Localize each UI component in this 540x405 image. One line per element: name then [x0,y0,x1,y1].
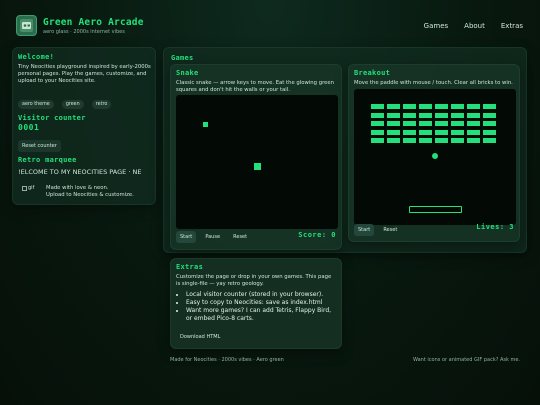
breakout-brick [435,104,448,109]
extras-description: Customize the page or drop in your own g… [176,274,332,287]
breakout-brick [483,121,496,126]
breakout-brick [451,138,464,143]
tag-chip[interactable]: green [61,100,84,109]
breakout-brick [467,104,480,109]
footer-right: Want icons or animated GIF pack? Ask me. [412,357,520,363]
sidebar-panel: Welcome! Tiny Neocities playground inspi… [12,47,156,205]
breakout-brick [403,112,416,118]
snake-canvas[interactable] [176,95,338,229]
breakout-brick [403,129,416,135]
nav-link-games[interactable]: Games [424,22,449,30]
breakout-brick [435,129,448,135]
reset-counter-button[interactable]: Reset counter [18,140,61,152]
breakout-brick [419,104,432,109]
breakout-brick [467,112,480,118]
breakout-brick [483,112,496,118]
marquee-text: !ELCOME TO MY NEOCITIES PAGE · NE [18,168,142,176]
breakout-brick [419,129,432,135]
extras-bullet: Easy to copy to Neocities: save as index… [186,299,336,307]
breakout-brick [419,112,432,118]
breakout-brick [435,112,448,118]
nav-link-extras[interactable]: Extras [501,22,523,30]
broken-image-icon [22,185,27,191]
extras-panel: Extras Customize the page or drop in you… [170,258,342,349]
breakout-start-button[interactable]: Start [354,224,375,236]
snake-description: Classic snake — arrow keys to move. Eat … [176,80,335,93]
gif-image: gif [18,185,46,191]
breakout-brick [467,121,480,126]
site-subtitle: aero glass · 2000s internet vibes [43,28,125,35]
welcome-text: Tiny Neocities playground inspired by ea… [18,64,151,84]
breakout-paddle[interactable] [409,206,462,213]
marquee-title: Retro marquee [18,156,77,164]
breakout-brick [419,121,432,126]
tag-chip[interactable]: retro [91,100,112,109]
visitor-counter-value: 0001 [18,123,40,132]
breakout-brick [467,129,480,135]
breakout-canvas[interactable] [354,89,516,225]
tag-chip[interactable]: aero theme [18,100,54,109]
breakout-brick [435,138,448,143]
breakout-brick [483,104,496,109]
extras-list: Local visitor counter (stored in your br… [176,291,336,323]
breakout-brick [419,138,432,143]
snake-start-button[interactable]: Start [176,231,197,243]
breakout-description: Move the paddle with mouse / touch. Clea… [354,80,513,86]
snake-pause-button[interactable]: Pause [201,231,224,243]
snake-head [254,163,261,170]
breakout-brick [371,104,384,109]
site-title: Green Aero Arcade [43,16,144,28]
breakout-brick [387,138,400,143]
breakout-brick [371,121,384,126]
breakout-brick [435,121,448,126]
breakout-controls: Start Reset [354,216,401,236]
upload-note: Upload to Neocities & customize. [46,192,134,198]
snake-reset-button[interactable]: Reset [229,231,251,243]
extras-title: Extras [176,263,204,271]
snake-score: Score: 0 [298,231,336,239]
brand: Green Aero Arcade aero glass · 2000s int… [16,15,144,36]
tag-list: aero theme green retro [18,90,150,109]
made-with-text: Made with love & neon. [46,185,109,191]
breakout-brick [403,121,416,126]
nav-link-about[interactable]: About [464,22,485,30]
breakout-ball [432,153,438,159]
breakout-brick [403,138,416,143]
breakout-brick [467,138,480,143]
breakout-brick [387,121,400,126]
snake-controls: Start Pause Reset [176,223,251,243]
breakout-brick [387,104,400,109]
breakout-brick [403,104,416,109]
breakout-brick [451,129,464,135]
logo-icon [16,15,37,36]
breakout-brick [371,129,384,135]
breakout-brick [451,104,464,109]
visitor-counter-title: Visitor counter [18,114,86,122]
footer-left: Made for Neocities · 2000s vibes · Aero … [170,357,284,363]
breakout-brick [371,138,384,143]
breakout-reset-button[interactable]: Reset [379,224,401,236]
extras-bullet: Local visitor counter (stored in your br… [186,291,336,299]
breakout-brick [371,112,384,118]
breakout-title: Breakout [354,69,391,77]
footer-note: gif Made with love & neon. Upload to Neo… [18,185,150,199]
games-title: Games [171,54,194,62]
breakout-brick [483,129,496,135]
main-nav: Games About Extras [424,22,523,30]
extras-bullet: Want more games? I can add Tetris, Flapp… [186,307,336,323]
breakout-card: Breakout Move the paddle with mouse / to… [348,64,520,242]
snake-card: Snake Classic snake — arrow keys to move… [170,64,342,250]
breakout-brick [451,112,464,118]
breakout-lives: Lives: 3 [476,223,514,231]
snake-title: Snake [176,69,199,77]
breakout-brick [387,129,400,135]
breakout-brick [387,112,400,118]
download-html-button[interactable]: Download HTML [176,331,224,343]
breakout-brick [483,138,496,143]
breakout-brick [451,121,464,126]
welcome-title: Welcome! [18,53,55,61]
snake-food [203,122,208,127]
